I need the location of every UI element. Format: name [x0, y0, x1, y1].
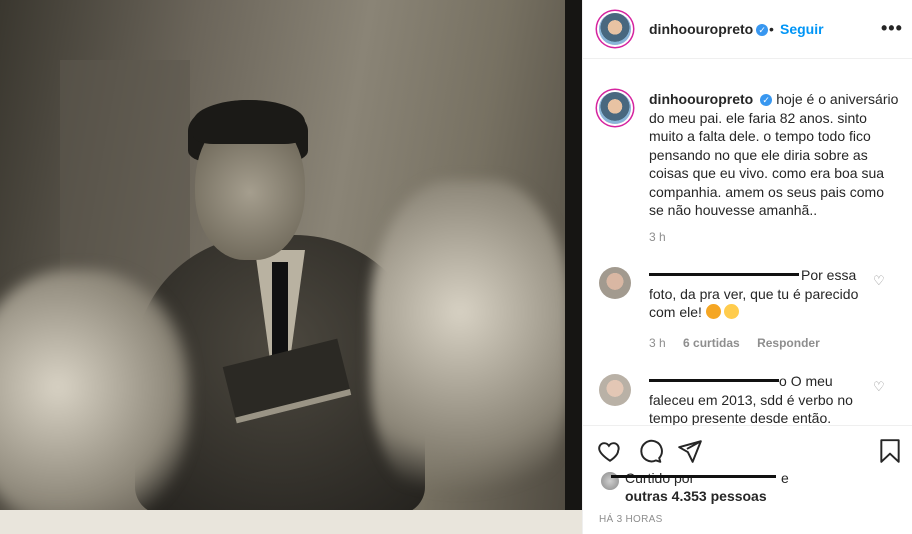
photo-frame-edge	[565, 0, 582, 534]
follow-button[interactable]: Seguir	[780, 21, 824, 37]
photo-bottom-edge	[0, 510, 582, 534]
liked-by: Curtido por e outras 4.353 pessoas	[599, 468, 899, 504]
star-struck-emoji-icon	[705, 304, 721, 319]
comment-avatar[interactable]	[599, 267, 631, 299]
heart-icon[interactable]	[597, 438, 623, 464]
caption-username[interactable]: dinhoouropreto	[649, 91, 753, 107]
smile-emoji-icon	[723, 304, 739, 319]
author-username-row: dinhoouropreto ✓	[649, 21, 769, 39]
caption-avatar[interactable]	[599, 92, 631, 124]
instagram-post: dinhoouropreto ✓ • Seguir ••• dinhoouropr…	[0, 0, 912, 534]
post-timestamp[interactable]: HÁ 3 HORAS	[599, 514, 663, 525]
caption-time[interactable]: 3 h	[649, 230, 666, 244]
comment-icon[interactable]	[637, 438, 663, 464]
photo-tie	[272, 262, 288, 362]
caption: dinhoouropreto ✓ hoje é o aniversário do m…	[649, 90, 899, 220]
post-header: dinhoouropreto ✓ • Seguir •••	[583, 0, 912, 59]
comment-username-partial: o	[779, 373, 787, 389]
caption-text: hoje é o aniversário do meu pai. ele far…	[649, 91, 899, 218]
liked-by-prefix: Curtido por	[625, 470, 695, 486]
redacted-username	[611, 475, 776, 478]
comment: Por essa foto, da pra ver, que tu é pare…	[649, 266, 879, 322]
comment-like-heart-icon[interactable]: ♡	[873, 379, 885, 395]
verified-icon: ✓	[756, 24, 769, 36]
redacted-username	[649, 273, 799, 276]
post-side-panel: dinhoouropreto ✓ • Seguir ••• dinhoouropr…	[582, 0, 912, 534]
photo-blurred-foot	[0, 270, 190, 530]
photo-blurred-hand	[370, 180, 570, 510]
redacted-username	[649, 379, 779, 382]
share-icon[interactable]	[677, 438, 703, 464]
author-avatar[interactable]	[599, 13, 631, 45]
comment-reply-button[interactable]: Responder	[757, 336, 820, 350]
more-icon[interactable]: •••	[881, 18, 903, 39]
liked-by-others[interactable]: outras 4.353 pessoas	[625, 488, 767, 504]
save-icon[interactable]	[877, 438, 903, 464]
photo-hair-top	[193, 100, 305, 144]
header-separator: •	[769, 21, 774, 37]
verified-icon: ✓	[760, 94, 773, 106]
comments-section[interactable]: dinhoouropreto ✓ hoje é o aniversário do m…	[583, 59, 912, 425]
comment-time[interactable]: 3 h	[649, 336, 666, 350]
post-photo[interactable]	[0, 0, 582, 534]
comment-like-heart-icon[interactable]: ♡	[873, 273, 885, 289]
comment-meta: 3 h 6 curtidas Responder	[649, 336, 820, 350]
comment: o O meu faleceu em 2013, sdd é verbo no …	[649, 372, 879, 425]
comment-avatar[interactable]	[599, 374, 631, 406]
author-username[interactable]: dinhoouropreto	[649, 21, 753, 37]
comment-likes[interactable]: 6 curtidas	[683, 336, 740, 350]
liker-avatar[interactable]	[599, 470, 621, 492]
liked-by-suffix: e	[781, 470, 789, 486]
